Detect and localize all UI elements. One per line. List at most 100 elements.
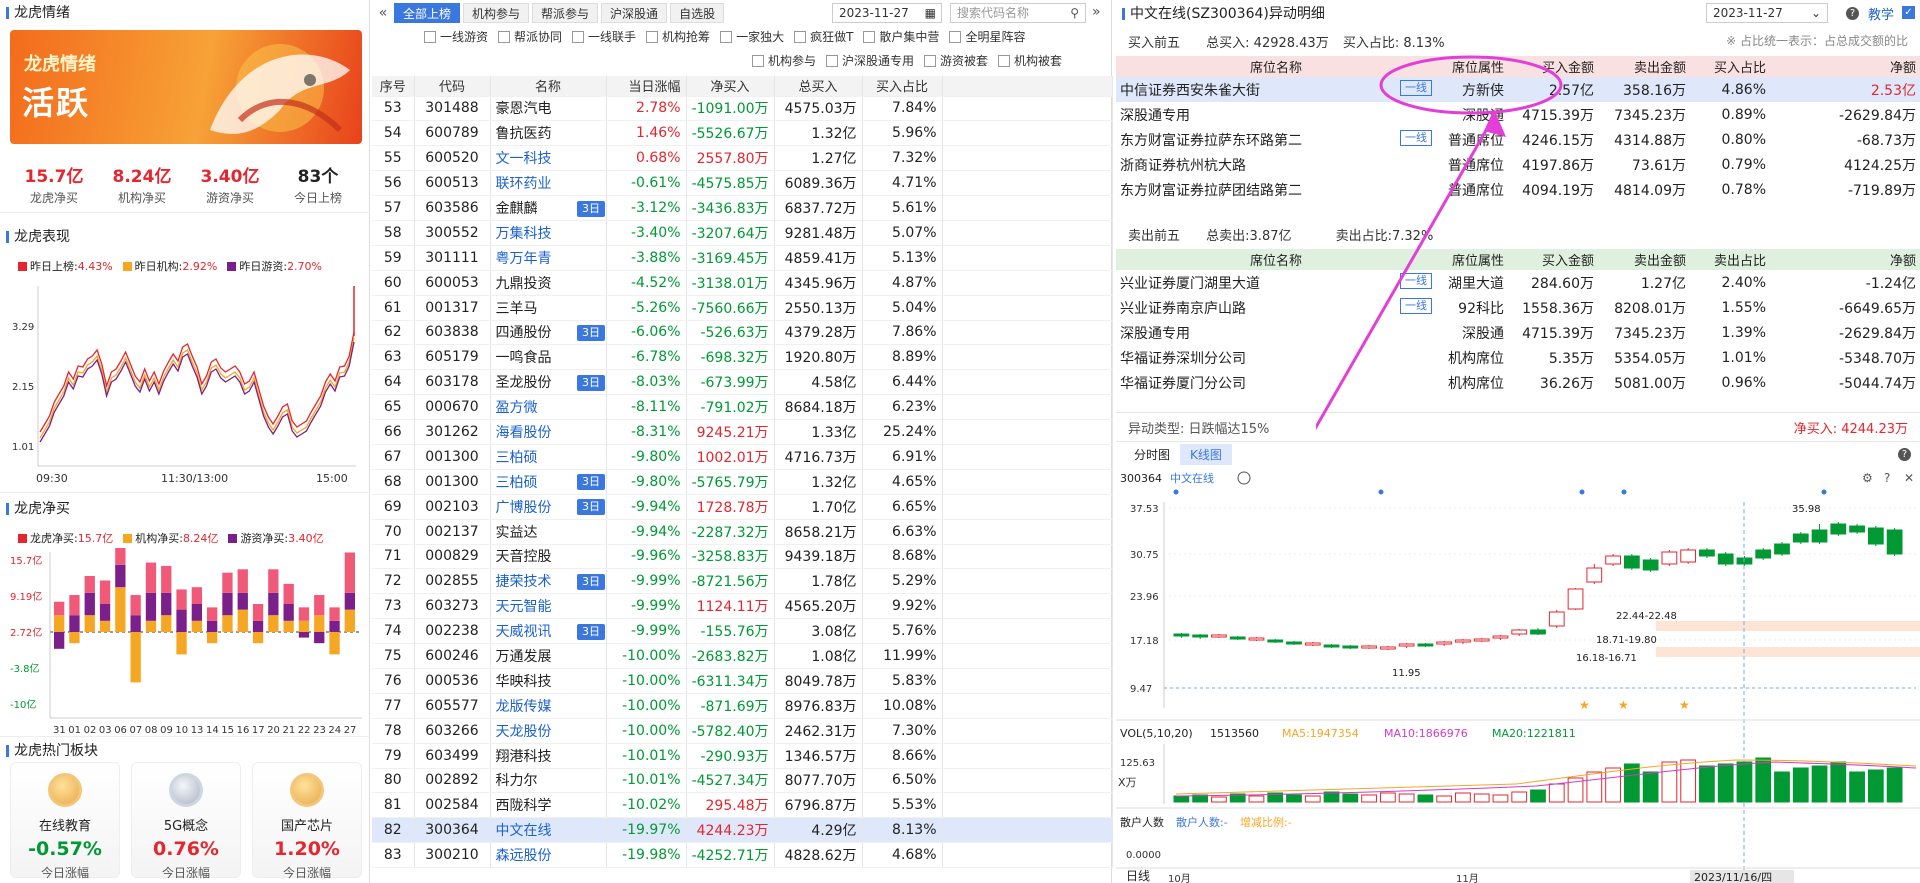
table-row[interactable]: 65 000670 盈方微 -8.11% -791.02万 8684.18万 6.23% [372, 394, 1113, 421]
table-row[interactable]: 76 000536 华映科技 -10.00% -6311.34万 8049.78万 5.83… [372, 668, 1113, 694]
table-row[interactable]: 62 603838 四通股份 3日 -6.06% -526.63万 4379.28万 7.86… [372, 320, 1113, 346]
tutorial-link[interactable]: 教学 [1868, 4, 1894, 23]
table-row[interactable]: 59 301111 粤万年青 -3.88% -3169.45万 4859.41万 5.13% [372, 245, 1113, 271]
col-header[interactable]: 总买入 [774, 76, 863, 97]
seat-row[interactable]: 东方财富证券拉萨东环路第二 一线 普通席位 4246.15万 4314.88万 0.80%… [1116, 127, 1920, 152]
cell-name[interactable]: 万集科技 [490, 220, 572, 246]
table-row[interactable]: 56 600513 联环药业 -0.61% -4575.85万 6089.36万 4.71% [372, 170, 1113, 197]
tab-3[interactable]: 沪深股通 [601, 3, 668, 23]
table-row[interactable]: 68 001300 三柏硕 3日 -9.80% -5765.79万 1.32亿 4.65% [372, 469, 1113, 495]
cell-name[interactable]: 四通股份 [490, 320, 572, 346]
filter-checkbox[interactable]: 一家独大 [720, 28, 784, 45]
chart-tab-0[interactable]: 分时图 [1124, 444, 1180, 465]
table-row[interactable]: 82 300364 中文在线 -19.97% 4244.23万 4.29亿 8.13% [372, 817, 1113, 844]
cell-name[interactable]: 金麒麟 [490, 195, 572, 221]
filter-checkbox[interactable]: 沪深股通专用 [826, 52, 914, 69]
table-row[interactable]: 83 300210 森远股份 -19.98% -4252.71万 4828.62万 4.68… [372, 842, 1113, 869]
seat-row[interactable]: 华福证券深圳分公司 机构席位 5.35万 5354.05万 1.01% -5348.70万 [1116, 345, 1920, 370]
table-row[interactable]: 66 301262 海看股份 -8.31% 9245.21万 1.33亿 25.24% [372, 419, 1113, 445]
cell-name[interactable]: 三柏硕 [490, 469, 572, 495]
close-icon[interactable]: ✕ [1904, 471, 1914, 485]
seat-row[interactable]: 华福证券厦门分公司 机构席位 36.26万 5081.00万 0.96% -5044.74… [1116, 370, 1920, 395]
seat-row[interactable]: 中信证券西安朱雀大街 一线 方新侠 2.57亿 358.16万 4.86% 2.53亿 [1116, 77, 1920, 102]
table-row[interactable]: 63 605179 一鸣食品 -6.78% -698.32万 1920.80万 8.89% [372, 344, 1113, 371]
cell-name[interactable]: 鲁抗医药 [490, 120, 572, 147]
tab-1[interactable]: 机构参与 [463, 3, 530, 23]
date-picker[interactable]: 2023-11-27 ▦ [832, 3, 942, 23]
seat-row[interactable]: 兴业证券南京庐山路 一线 92科比 1558.36万 8208.01万 1.55% -664… [1116, 295, 1920, 320]
cell-name[interactable]: 天威视讯 [490, 618, 572, 645]
cell-name[interactable]: 天龙股份 [490, 718, 572, 744]
cell-name[interactable]: 九鼎投资 [490, 270, 572, 296]
cell-name[interactable]: 实益达 [490, 519, 572, 545]
filter-checkbox[interactable]: 一线游资 [424, 28, 488, 45]
table-row[interactable]: 67 001300 三柏硕 -9.80% 1002.01万 4716.73万 6.91% [372, 444, 1113, 470]
filter-checkbox[interactable]: 疯狂做T [794, 28, 853, 45]
table-row[interactable]: 70 002137 实益达 -9.94% -2287.32万 8658.21万 6.63% [372, 519, 1113, 545]
table-row[interactable]: 61 001317 三羊马 -5.26% -7560.66万 2550.13万 5.04% [372, 295, 1113, 321]
cell-name[interactable]: 三柏硕 [490, 444, 572, 470]
seat-row[interactable]: 深股通专用 深股通 4715.39万 7345.23万 0.89% -2629.84万 [1116, 102, 1920, 127]
cell-name[interactable]: 海看股份 [490, 419, 572, 445]
cell-name[interactable]: 森远股份 [490, 842, 572, 869]
table-row[interactable]: 55 600520 文一科技 0.68% 2557.80万 1.27亿 7.32% [372, 145, 1113, 172]
table-row[interactable]: 73 603273 天元智能 -9.99% 1124.11万 4565.20万 9.92% [372, 593, 1113, 620]
table-row[interactable]: 53 301488 豪恩汽电 2.78% -1091.00万 4575.03万 7.84% [372, 96, 1113, 122]
col-header[interactable]: 代码 [414, 76, 491, 97]
seat-row[interactable]: 东方财富证券拉萨团结路第二 普通席位 4094.19万 4814.09万 0.78% -7… [1116, 177, 1920, 202]
sector-card-0[interactable]: 在线教育 -0.57% 今日涨幅 [10, 762, 120, 880]
table-row[interactable]: 57 603586 金麒麟 3日 -3.12% -3436.83万 6837.72万 5.61… [372, 195, 1113, 221]
settings-icon[interactable]: ⚙ [1862, 471, 1873, 485]
cell-name[interactable]: 广博股份 [490, 494, 572, 520]
table-row[interactable]: 58 300552 万集科技 -3.40% -3207.64万 9281.48万 5.07% [372, 220, 1113, 246]
cell-name[interactable]: 龙版传媒 [490, 693, 572, 719]
chart-help-icon[interactable]: ? [1898, 448, 1911, 461]
cell-name[interactable]: 盈方微 [490, 394, 572, 421]
table-row[interactable]: 81 002584 西陇科学 -10.02% 295.48万 6796.87万 5.53% [372, 792, 1113, 819]
cell-name[interactable]: 西陇科学 [490, 792, 572, 819]
tab-2[interactable]: 帮派参与 [532, 3, 599, 23]
sector-card-1[interactable]: 5G概念 0.76% 今日涨幅 [131, 762, 241, 880]
col-header[interactable]: 买入占比 [862, 76, 943, 97]
filter-checkbox[interactable]: 游资被套 [924, 52, 988, 69]
search-input[interactable]: 搜索代码名称 ⚲ [950, 3, 1086, 23]
table-row[interactable]: 74 002238 天威视讯 3日 -9.99% -155.76万 3.08亿 5.76% [372, 618, 1113, 645]
table-row[interactable]: 80 002892 科力尔 -10.01% -4527.34万 8077.70万 6.50% [372, 768, 1113, 794]
tab-4[interactable]: 自选股 [670, 3, 725, 23]
chart-tab-1[interactable]: K线图 [1180, 444, 1232, 465]
col-header[interactable]: 序号 [372, 76, 415, 97]
cell-name[interactable]: 天音控股 [490, 544, 572, 570]
table-row[interactable]: 75 600246 万通发展 -10.00% -2683.82万 1.08亿 11.99% [372, 643, 1113, 669]
collapse-left-icon[interactable]: « [372, 5, 394, 21]
filter-checkbox[interactable]: 一线联手 [572, 28, 636, 45]
table-row[interactable]: 77 605577 龙版传媒 -10.00% -871.69万 8976.83万 10.08… [372, 693, 1113, 719]
sector-card-2[interactable]: 国产芯片 1.20% 今日涨幅 [252, 762, 362, 880]
table-row[interactable]: 60 600053 九鼎投资 -4.52% -3138.01万 4345.96万 4.87% [372, 270, 1113, 296]
col-header[interactable]: 当日涨幅 [606, 76, 687, 97]
cell-name[interactable]: 科力尔 [490, 768, 572, 794]
table-row[interactable]: 71 000829 天音控股 -9.96% -3258.83万 9439.18万 8.68% [372, 544, 1113, 570]
cell-name[interactable]: 文一科技 [490, 145, 572, 172]
cell-name[interactable]: 联环药业 [490, 170, 572, 197]
cell-name[interactable]: 圣龙股份 [490, 369, 572, 396]
seat-row[interactable]: 浙商证券杭州杭大路 普通席位 4197.86万 73.61万 0.79% 4124.25万 [1116, 152, 1920, 177]
tab-0[interactable]: 全部上榜 [394, 3, 461, 23]
cell-name[interactable]: 中文在线 [490, 817, 572, 844]
table-row[interactable]: 72 002855 捷荣技术 3日 -9.99% -8721.56万 1.78亿 5.29% [372, 568, 1113, 595]
table-row[interactable]: 69 002103 广博股份 3日 -9.94% 1728.78万 1.70亿 6.65% [372, 494, 1113, 520]
cell-name[interactable]: 万通发展 [490, 643, 572, 669]
cell-name[interactable]: 捷荣技术 [490, 568, 572, 595]
cell-name[interactable]: 一鸣食品 [490, 344, 572, 371]
filter-checkbox[interactable]: 机构抢筹 [646, 28, 710, 45]
table-row[interactable]: 78 603266 天龙股份 -10.00% -5782.40万 2462.31万 7.30… [372, 718, 1113, 744]
cell-name[interactable]: 天元智能 [490, 593, 572, 620]
seat-row[interactable]: 兴业证券厦门湖里大道 一线 湖里大道 284.60万 1.27亿 2.40% -1.24亿 [1116, 270, 1920, 295]
col-header[interactable]: 名称 [490, 76, 607, 97]
help-icon[interactable]: ? [1846, 7, 1859, 20]
cell-name[interactable]: 豪恩汽电 [490, 96, 572, 122]
filter-checkbox[interactable]: 散户集中营 [863, 28, 939, 45]
period-label[interactable]: 日线 [1126, 869, 1150, 883]
detail-date-picker[interactable]: 2023-11-27 ⌄ [1706, 3, 1828, 23]
filter-checkbox[interactable]: 机构被套 [998, 52, 1062, 69]
filter-checkbox[interactable]: 全明星阵容 [949, 28, 1025, 45]
